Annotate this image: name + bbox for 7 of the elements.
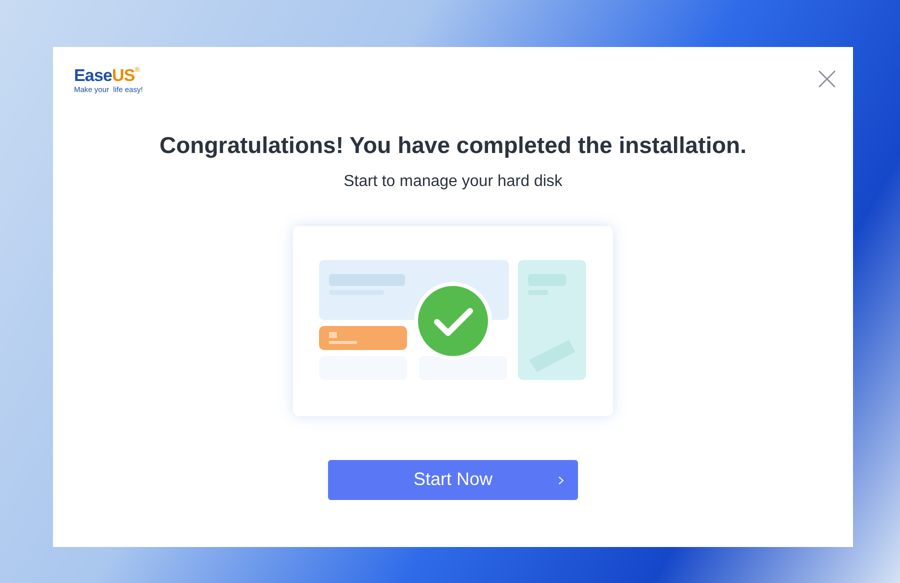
chevron-right-icon <box>558 476 564 485</box>
logo-wordmark: EaseUS <box>74 67 135 84</box>
subtitle-text: Start to manage your hard disk <box>344 172 562 192</box>
close-icon <box>818 70 836 88</box>
start-now-button[interactable]: Start Now <box>328 460 578 500</box>
checkmark-icon <box>413 280 493 361</box>
completion-heading: Congratulations! You have completed the installation. <box>160 131 746 160</box>
